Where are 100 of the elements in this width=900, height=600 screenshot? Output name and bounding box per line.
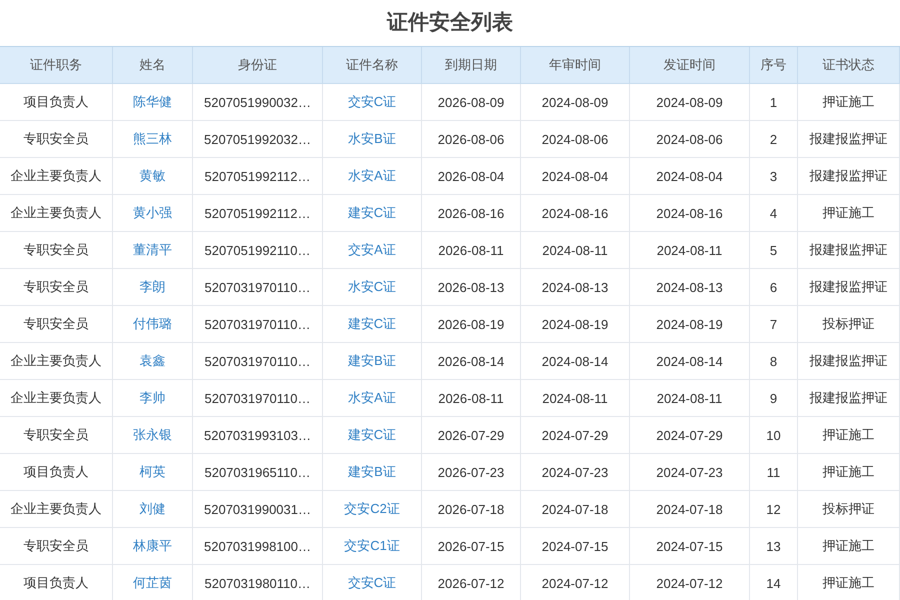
table-cell: 9 <box>750 380 798 417</box>
name-link[interactable]: 陈华健 <box>113 84 193 121</box>
table-cell: 报建报监押证 <box>798 158 900 195</box>
table-cell: 报建报监押证 <box>798 121 900 158</box>
name-link[interactable]: 何芷茵 <box>113 565 193 600</box>
table-cell: 1 <box>750 84 798 121</box>
certificate-link[interactable]: 交安C2证 <box>323 491 422 528</box>
table-cell: 5207031998100… <box>193 528 323 565</box>
certificate-link[interactable]: 水安B证 <box>323 121 422 158</box>
table-cell: 5207051990032… <box>193 84 323 121</box>
table-cell: 2026-08-14 <box>422 343 521 380</box>
name-link[interactable]: 董清平 <box>113 232 193 269</box>
table-cell: 企业主要负责人 <box>0 491 113 528</box>
certificate-link[interactable]: 建安B证 <box>323 454 422 491</box>
table-cell: 2024-07-18 <box>630 491 750 528</box>
table-cell: 2024-07-18 <box>521 491 630 528</box>
certificate-link[interactable]: 建安B证 <box>323 343 422 380</box>
table-cell: 2026-08-09 <box>422 84 521 121</box>
table-cell: 5207051992032… <box>193 121 323 158</box>
name-link[interactable]: 柯英 <box>113 454 193 491</box>
name-link[interactable]: 黄敏 <box>113 158 193 195</box>
table-cell: 2026-08-06 <box>422 121 521 158</box>
table-cell: 投标押证 <box>798 306 900 343</box>
table-cell: 5207031970110… <box>193 380 323 417</box>
table-cell: 5207031970110… <box>193 306 323 343</box>
certificate-link[interactable]: 水安C证 <box>323 269 422 306</box>
name-link[interactable]: 付伟璐 <box>113 306 193 343</box>
table-cell: 2024-08-13 <box>630 269 750 306</box>
table-cell: 2024-08-06 <box>521 121 630 158</box>
table-cell: 专职安全员 <box>0 417 113 454</box>
name-link[interactable]: 张永银 <box>113 417 193 454</box>
page-title: 证件安全列表 <box>386 10 514 36</box>
table-cell: 2024-07-15 <box>521 528 630 565</box>
column-header: 姓名 <box>113 47 193 84</box>
name-link[interactable]: 林康平 <box>113 528 193 565</box>
name-link[interactable]: 黄小强 <box>113 195 193 232</box>
column-header: 证件名称 <box>323 47 422 84</box>
table-cell: 专职安全员 <box>0 232 113 269</box>
certificate-link[interactable]: 建安C证 <box>323 306 422 343</box>
table-cell: 押证施工 <box>798 417 900 454</box>
table-cell: 3 <box>750 158 798 195</box>
table-cell: 专职安全员 <box>0 121 113 158</box>
name-link[interactable]: 袁鑫 <box>113 343 193 380</box>
table-cell: 专职安全员 <box>0 306 113 343</box>
table-cell: 2026-08-04 <box>422 158 521 195</box>
table-cell: 8 <box>750 343 798 380</box>
table-cell: 13 <box>750 528 798 565</box>
table-cell: 2026-07-12 <box>422 565 521 600</box>
table-cell: 5207031993103… <box>193 417 323 454</box>
table-cell: 专职安全员 <box>0 269 113 306</box>
table-cell: 4 <box>750 195 798 232</box>
table-cell: 2 <box>750 121 798 158</box>
column-header: 身份证 <box>193 47 323 84</box>
table-cell: 2026-08-19 <box>422 306 521 343</box>
certificate-link[interactable]: 建安C证 <box>323 195 422 232</box>
table-cell: 2026-07-15 <box>422 528 521 565</box>
table-cell: 5207051992112… <box>193 195 323 232</box>
certificate-link[interactable]: 交安C证 <box>323 84 422 121</box>
certificate-link[interactable]: 交安C证 <box>323 565 422 600</box>
table-cell: 14 <box>750 565 798 600</box>
table-cell: 10 <box>750 417 798 454</box>
table-cell: 项目负责人 <box>0 84 113 121</box>
table-cell: 报建报监押证 <box>798 343 900 380</box>
table-cell: 5207031980110… <box>193 565 323 600</box>
table-cell: 2024-07-29 <box>630 417 750 454</box>
table-cell: 2026-08-11 <box>422 232 521 269</box>
table-cell: 2026-08-13 <box>422 269 521 306</box>
column-header: 证书状态 <box>798 47 900 84</box>
name-link[interactable]: 李朗 <box>113 269 193 306</box>
column-header: 到期日期 <box>422 47 521 84</box>
table-cell: 押证施工 <box>798 528 900 565</box>
table-cell: 5207051992112… <box>193 158 323 195</box>
name-link[interactable]: 刘健 <box>113 491 193 528</box>
table-cell: 2024-08-19 <box>630 306 750 343</box>
table-cell: 2024-08-16 <box>630 195 750 232</box>
certificate-link[interactable]: 交安A证 <box>323 232 422 269</box>
table-cell: 5 <box>750 232 798 269</box>
table-cell: 6 <box>750 269 798 306</box>
certificate-link[interactable]: 水安A证 <box>323 380 422 417</box>
table-cell: 企业主要负责人 <box>0 380 113 417</box>
name-link[interactable]: 李帅 <box>113 380 193 417</box>
table-cell: 报建报监押证 <box>798 269 900 306</box>
table-cell: 2024-08-04 <box>630 158 750 195</box>
certificate-link[interactable]: 水安A证 <box>323 158 422 195</box>
table-cell: 2024-08-09 <box>630 84 750 121</box>
table-cell: 投标押证 <box>798 491 900 528</box>
table-cell: 2026-07-29 <box>422 417 521 454</box>
column-header: 发证时间 <box>630 47 750 84</box>
table-cell: 5207051992110… <box>193 232 323 269</box>
name-link[interactable]: 熊三林 <box>113 121 193 158</box>
table-cell: 2024-08-04 <box>521 158 630 195</box>
table-cell: 2026-08-16 <box>422 195 521 232</box>
table-cell: 2024-08-16 <box>521 195 630 232</box>
table-cell: 2024-08-19 <box>521 306 630 343</box>
table-cell: 2024-08-14 <box>630 343 750 380</box>
certificate-link[interactable]: 建安C证 <box>323 417 422 454</box>
table-cell: 企业主要负责人 <box>0 158 113 195</box>
column-header: 序号 <box>750 47 798 84</box>
certificate-link[interactable]: 交安C1证 <box>323 528 422 565</box>
table-cell: 企业主要负责人 <box>0 343 113 380</box>
